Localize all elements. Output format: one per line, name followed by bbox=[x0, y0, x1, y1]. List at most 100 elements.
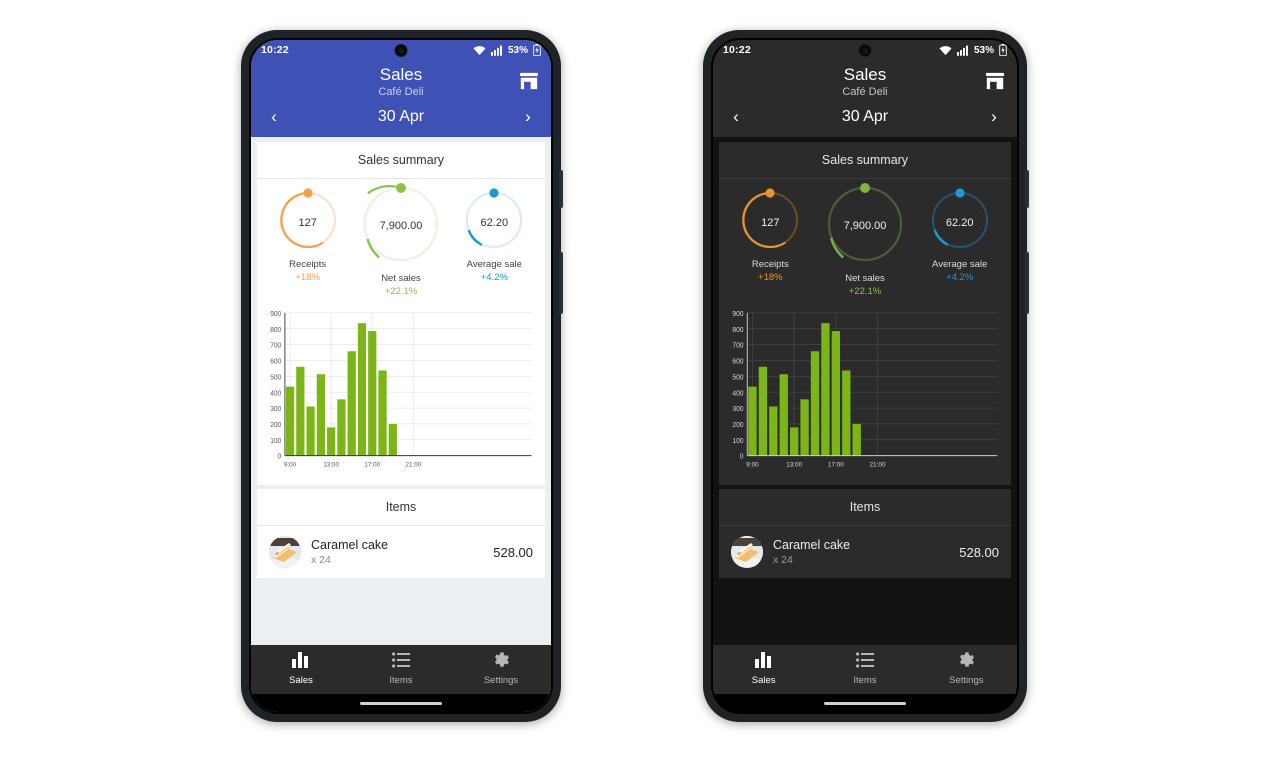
net-sales-delta: +22.1% bbox=[848, 286, 882, 297]
next-day-button[interactable]: › bbox=[985, 107, 1003, 127]
home-gesture-bar[interactable] bbox=[824, 701, 906, 705]
page-title: Sales bbox=[379, 65, 423, 84]
item-info: Caramel cake x 24 bbox=[773, 537, 949, 567]
average-sale-label: Average sale bbox=[466, 259, 522, 270]
content-scroll-area[interactable]: Sales summary 127 Receipts +18% 7,900.00… bbox=[251, 137, 551, 645]
svg-text:0: 0 bbox=[740, 454, 744, 461]
phone-dark-theme: 10:22 53% Sales Café Deli ‹ 30 Apr › Sal… bbox=[703, 30, 1029, 722]
net-sales-value: 7,900.00 bbox=[379, 219, 423, 232]
sales-summary-card-dark: Sales summary 127 Receipts +18% 7,900.00… bbox=[719, 142, 1011, 485]
svg-text:400: 400 bbox=[270, 390, 281, 397]
item-quantity: x 24 bbox=[311, 554, 331, 566]
store-name-label: Café Deli bbox=[378, 86, 424, 98]
svg-text:700: 700 bbox=[732, 343, 743, 350]
phone-side-button-power[interactable] bbox=[559, 170, 563, 208]
receipts-label: Receipts bbox=[751, 259, 789, 270]
nav-tab-settings[interactable]: Settings bbox=[451, 652, 551, 688]
status-bar-time: 10:22 bbox=[261, 44, 289, 56]
bar-chart-icon bbox=[251, 652, 351, 668]
wifi-icon bbox=[473, 45, 486, 56]
hourly-sales-bar-chart: 0 100 200 300 400 500 600 700 800 900 9:00 13:00 17:… bbox=[732, 311, 998, 468]
prev-day-button[interactable]: ‹ bbox=[727, 107, 745, 127]
average-sale-ring: 62.20 bbox=[927, 187, 993, 258]
nav-label-sales: Sales bbox=[289, 675, 313, 686]
bottom-navigation: Sales Items Settings bbox=[251, 645, 551, 694]
items-title-dark: Items bbox=[719, 489, 1011, 526]
items-card: Items Caramel cake x 24 528.00 bbox=[257, 489, 545, 578]
svg-text:500: 500 bbox=[732, 374, 743, 381]
svg-text:13:00: 13:00 bbox=[323, 461, 339, 468]
selected-date-label-dark: 30 Apr bbox=[841, 108, 889, 125]
receipts-ring: 127 bbox=[737, 187, 803, 258]
nav-tab-items[interactable]: Items bbox=[351, 652, 451, 688]
items-card-dark: Items Caramel cake x 24 528.00 bbox=[719, 489, 1011, 578]
svg-text:300: 300 bbox=[732, 406, 743, 413]
svg-text:600: 600 bbox=[270, 358, 281, 365]
receipts-label: Receipts bbox=[289, 259, 327, 270]
nav-tab-settings[interactable]: Settings bbox=[916, 652, 1017, 688]
list-icon bbox=[351, 652, 451, 668]
gear-icon bbox=[451, 652, 551, 668]
phone-side-button-volume-dark[interactable] bbox=[1025, 252, 1029, 314]
svg-text:800: 800 bbox=[270, 327, 281, 334]
receipts-delta: +18% bbox=[295, 272, 320, 283]
gesture-bar-area bbox=[251, 694, 551, 712]
metric-net-sales[interactable]: 7,900.00 Net sales +22.1% bbox=[352, 183, 447, 297]
items-title: Items bbox=[257, 489, 545, 526]
list-item[interactable]: Caramel cake x 24 528.00 bbox=[719, 526, 1011, 578]
app-bar: Sales Café Deli bbox=[251, 60, 551, 101]
screenshot-canvas: 10:22 53% Sales Café Deli ‹ 30 Apr › Sal… bbox=[0, 0, 1270, 760]
metrics-row: 127 Receipts +18% 7,900.00 Net sales +22… bbox=[257, 179, 545, 303]
status-bar-time-dark: 10:22 bbox=[723, 44, 751, 56]
svg-text:600: 600 bbox=[732, 358, 743, 365]
metric-average-sale[interactable]: 62.20 Average sale +4.2% bbox=[912, 187, 1007, 283]
svg-text:13:00: 13:00 bbox=[786, 461, 802, 468]
svg-text:400: 400 bbox=[732, 390, 743, 397]
nav-tab-sales[interactable]: Sales bbox=[251, 652, 351, 688]
sales-summary-card: Sales summary 127 Receipts +18% 7,900.00… bbox=[257, 142, 545, 485]
caramel-cake-photo bbox=[269, 536, 301, 568]
metric-receipts[interactable]: 127 Receipts +18% bbox=[261, 187, 354, 283]
svg-text:21:00: 21:00 bbox=[870, 461, 886, 468]
sales-chart-container-dark[interactable]: 0 100 200 300 400 500 600 700 800 900 9:00 13:00 17:… bbox=[719, 303, 1011, 485]
svg-text:200: 200 bbox=[732, 422, 743, 429]
phone-side-button-volume[interactable] bbox=[559, 252, 563, 314]
net-sales-value: 7,900.00 bbox=[843, 219, 887, 232]
metrics-row-dark: 127 Receipts +18% 7,900.00 Net sales +22… bbox=[719, 179, 1011, 303]
content-scroll-area-dark[interactable]: Sales summary 127 Receipts +18% 7,900.00… bbox=[713, 137, 1017, 645]
receipts-value: 127 bbox=[298, 216, 317, 229]
nav-tab-sales[interactable]: Sales bbox=[713, 652, 814, 688]
svg-text:0: 0 bbox=[278, 454, 282, 461]
home-gesture-bar[interactable] bbox=[360, 701, 442, 705]
item-info: Caramel cake x 24 bbox=[311, 537, 483, 567]
screen-dark: 10:22 53% Sales Café Deli ‹ 30 Apr › Sal… bbox=[713, 40, 1017, 712]
average-sale-value: 62.20 bbox=[945, 216, 974, 229]
metric-receipts[interactable]: 127 Receipts +18% bbox=[723, 187, 818, 283]
battery-percent-label: 53% bbox=[507, 44, 528, 56]
nav-tab-items[interactable]: Items bbox=[814, 652, 915, 688]
phone-side-button-power-dark[interactable] bbox=[1025, 170, 1029, 208]
metric-average-sale[interactable]: 62.20 Average sale +4.2% bbox=[448, 187, 541, 283]
next-day-button[interactable]: › bbox=[519, 107, 537, 127]
net-sales-delta: +22.1% bbox=[384, 286, 418, 297]
list-icon bbox=[814, 652, 915, 668]
list-item[interactable]: Caramel cake x 24 528.00 bbox=[257, 526, 545, 578]
metric-net-sales[interactable]: 7,900.00 Net sales +22.1% bbox=[818, 183, 913, 297]
svg-text:21:00: 21:00 bbox=[406, 461, 422, 468]
item-name: Caramel cake bbox=[773, 538, 851, 552]
storefront-icon[interactable] bbox=[985, 72, 1005, 90]
average-sale-delta: +4.2% bbox=[946, 272, 974, 283]
wifi-icon bbox=[939, 45, 952, 56]
cellular-signal-icon bbox=[956, 45, 969, 56]
net-sales-label: Net sales bbox=[845, 273, 885, 284]
bottom-navigation-dark: Sales Items Settings bbox=[713, 645, 1017, 694]
storefront-icon[interactable] bbox=[519, 72, 539, 90]
prev-day-button[interactable]: ‹ bbox=[265, 107, 283, 127]
average-sale-ring: 62.20 bbox=[461, 187, 527, 258]
hourly-sales-bar-chart: 0 100 200 300 400 500 600 700 800 900 9:00 13:00 17:… bbox=[270, 311, 532, 468]
store-name-label-dark: Café Deli bbox=[842, 86, 888, 98]
sales-chart-container[interactable]: 0 100 200 300 400 500 600 700 800 900 9:00 13:00 17:… bbox=[257, 303, 545, 485]
phone-bezel-dark: 10:22 53% Sales Café Deli ‹ 30 Apr › Sal… bbox=[711, 38, 1019, 714]
net-sales-ring: 7,900.00 bbox=[352, 181, 444, 272]
svg-text:17:00: 17:00 bbox=[828, 461, 844, 468]
